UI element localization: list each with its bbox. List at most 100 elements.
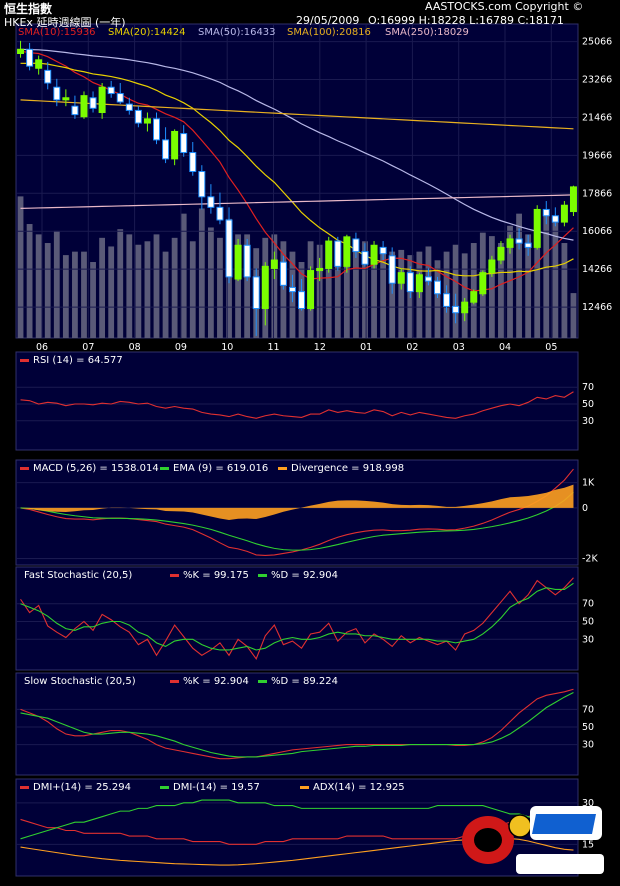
indicator-tick-label: 70 <box>582 704 594 715</box>
volume-bar <box>81 251 87 338</box>
candle-body <box>542 208 550 217</box>
legend-sma10-label: SMA(10) <box>18 27 61 38</box>
x-tick-label: 11 <box>268 342 280 353</box>
x-tick-label: 02 <box>406 342 418 353</box>
copyright-text: AASTOCKS.com Copyright © <box>425 0 584 13</box>
candle-body <box>261 265 269 309</box>
volume-bar <box>108 246 115 338</box>
y-tick-label: 14266 <box>582 264 612 275</box>
ohlc-text: O:16999 H:18228 L:16789 C:18171 <box>368 14 564 27</box>
legend-sma20-value: 14424 <box>153 27 186 38</box>
candle-body <box>17 48 25 55</box>
candle-body <box>125 103 133 111</box>
candle-body <box>243 244 251 278</box>
candle-body <box>325 240 333 269</box>
candle-body <box>443 293 451 307</box>
volume-bar <box>198 208 205 338</box>
candle-body <box>533 208 541 248</box>
legend-slow-d-value: 89.224 <box>302 676 338 687</box>
legend-rsi-label: RSI (14) <box>33 355 73 366</box>
volume-bar <box>62 255 69 338</box>
legend-dmi-minus-value: 19.57 <box>231 782 260 793</box>
legend-slow-d: %D = 89.224 <box>258 676 338 687</box>
candle-body <box>153 118 160 141</box>
candle-body <box>53 86 61 101</box>
candle-body <box>352 238 360 253</box>
candle-body <box>379 246 387 255</box>
candle-body <box>44 69 52 84</box>
volume-bar <box>570 293 577 338</box>
legend-sma50-label: SMA(50) <box>198 27 241 38</box>
y-tick-label: 23266 <box>582 75 612 86</box>
volume-bar <box>425 246 432 338</box>
candle-body <box>470 291 478 303</box>
volume-bar <box>90 262 96 338</box>
candle-body <box>515 238 523 244</box>
indicator-tick-label: 0 <box>582 503 588 514</box>
candle-body <box>461 301 469 314</box>
candle-body <box>71 105 79 116</box>
legend-divergence: Divergence = 918.998 <box>278 463 404 474</box>
candle-body <box>234 244 242 280</box>
candle-body <box>361 251 369 265</box>
legend-sma250-label: SMA(250) <box>385 27 434 38</box>
panel-background-4 <box>15 672 579 776</box>
indicator-tick-label: 70 <box>582 599 594 610</box>
candle-body <box>288 286 296 293</box>
legend-slow-k-value: 92.904 <box>213 676 249 687</box>
candle-body <box>388 255 396 284</box>
candle-body <box>343 236 351 267</box>
volume-bar <box>26 224 33 338</box>
candle-body <box>506 238 514 248</box>
legend-fast-k-value: 99.175 <box>213 570 249 581</box>
candle-body <box>434 280 441 295</box>
y-tick-label: 16066 <box>582 226 612 237</box>
candle-body <box>225 219 233 278</box>
volume-bar <box>17 196 24 338</box>
legend-ema: EMA (9) = 619.016 <box>160 463 268 474</box>
legend-sma250-value: 18029 <box>437 27 469 38</box>
volume-bar <box>117 229 124 338</box>
legend-rsi-value: 64.577 <box>87 355 123 366</box>
indicator-tick-label: -2K <box>582 553 598 564</box>
indicator-tick-label: 70 <box>582 382 594 393</box>
candle-body <box>252 276 260 309</box>
volume-bar <box>153 234 160 338</box>
legend-slow-d-label: %D <box>271 676 289 687</box>
candle-body <box>479 272 487 295</box>
x-tick-label: 10 <box>221 342 233 353</box>
legend-adx-value: 12.925 <box>369 782 405 793</box>
candle-body <box>98 86 106 114</box>
candle-body <box>452 305 460 314</box>
candle-body <box>307 270 315 309</box>
volume-bar <box>271 234 278 338</box>
y-tick-label: 25066 <box>582 37 612 48</box>
candle-body <box>334 240 342 267</box>
legend-sma10-value: 15936 <box>63 27 96 38</box>
fast-stoch-title: Fast Stochastic (20,5) <box>24 570 133 581</box>
legend-sma50-value: 16433 <box>243 27 276 38</box>
candle-body <box>298 291 306 309</box>
legend-fast-k-label: %K <box>183 570 200 581</box>
volume-bar <box>189 241 196 338</box>
candle-body <box>207 196 215 208</box>
x-tick-label: 06 <box>36 342 48 353</box>
legend-slow-k-label: %K <box>183 676 200 687</box>
candle-body <box>134 109 142 124</box>
volume-bar <box>162 251 169 338</box>
indicator-tick-label: 30 <box>582 416 594 427</box>
volume-bar <box>53 230 60 338</box>
indicator-tick-label: 30 <box>582 740 594 751</box>
date-text: 29/05/2009 <box>296 14 360 27</box>
y-tick-label: 19666 <box>582 150 612 161</box>
legend-sma20-label: SMA(20) <box>108 27 151 38</box>
getjetso-logo <box>462 806 604 874</box>
legend-sma100-label: SMA(100) <box>287 27 336 38</box>
candle-body <box>415 274 423 293</box>
x-tick-label: 04 <box>499 342 511 353</box>
legend-fast-d-label: %D <box>271 570 289 581</box>
candle-body <box>488 259 496 274</box>
legend-dmi-plus-value: 25.294 <box>95 782 131 793</box>
volume-bar <box>543 213 550 338</box>
x-tick-label: 08 <box>129 342 141 353</box>
